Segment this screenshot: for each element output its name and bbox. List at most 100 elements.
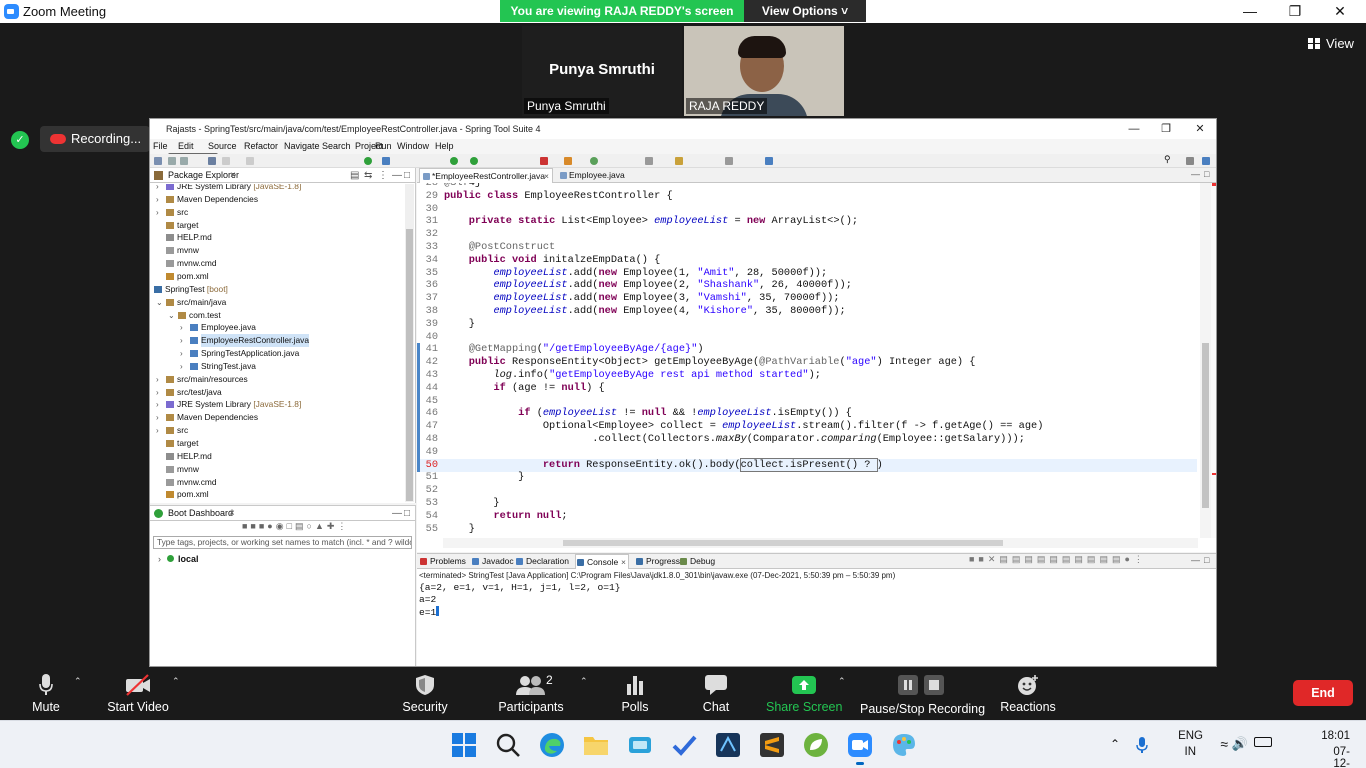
code-line[interactable]: 52 <box>417 484 1197 497</box>
participants-button[interactable]: 2 Participants <box>496 667 566 720</box>
share-screen-button[interactable]: Share Screen <box>766 667 842 720</box>
new-icon[interactable] <box>154 157 162 165</box>
windows-start-icon[interactable] <box>451 732 477 758</box>
expand-toggle-icon[interactable]: › <box>156 184 159 193</box>
tab-javadoc[interactable]: Javadoc <box>471 554 514 569</box>
menu-help[interactable]: Help <box>435 141 454 151</box>
link-editor-icon[interactable]: ⇆ <box>364 168 372 183</box>
open-type-icon[interactable] <box>382 157 390 165</box>
microphone-in-use-icon[interactable] <box>1136 737 1148 754</box>
menu-file[interactable]: File <box>153 141 168 151</box>
mute-button[interactable]: Mute <box>22 667 70 720</box>
menu-search[interactable]: Search <box>322 141 351 151</box>
clock-time[interactable]: 18:01 <box>1321 730 1350 742</box>
code-line[interactable]: 35 employeeList.add(new Employee(1, "Ami… <box>417 267 1197 280</box>
expand-toggle-icon[interactable]: › <box>156 193 159 206</box>
boot-dashboard-tab[interactable]: Boot Dashboard × — □ <box>150 506 415 521</box>
expand-toggle-icon[interactable]: › <box>156 411 159 424</box>
error-marker[interactable] <box>1212 473 1216 475</box>
snipping-tool-icon[interactable] <box>627 732 653 758</box>
code-line[interactable]: 43 log.info("getEmployeeByAge rest api m… <box>417 369 1197 382</box>
participant-tile[interactable]: Punya Smruthi Punya Smruthi <box>522 26 682 116</box>
shield-check-icon[interactable]: ✓ <box>11 131 29 149</box>
battery-icon[interactable] <box>1254 737 1272 747</box>
chat-button[interactable]: Chat <box>692 667 740 720</box>
pin-editor-icon[interactable] <box>765 157 773 165</box>
expand-toggle-icon[interactable]: › <box>156 386 159 399</box>
boot-local-node[interactable]: › local <box>158 554 199 564</box>
speaker-icon[interactable]: 🔊 <box>1232 736 1248 752</box>
code-line[interactable]: 47 Optional<Employee> collect = employee… <box>417 420 1197 434</box>
code-line[interactable]: 37 employeeList.add(new Employee(3, "Vam… <box>417 292 1197 305</box>
overview-ruler[interactable] <box>1211 183 1216 538</box>
code-line[interactable]: 48 .collect(Collectors.maxBy(Comparator.… <box>417 433 1197 446</box>
tab-debug[interactable]: Debug <box>679 554 715 569</box>
menu-edit[interactable]: Edit <box>178 141 194 151</box>
video-options-caret[interactable]: ⌃ <box>172 676 180 687</box>
sts-close-button[interactable]: ✕ <box>1184 119 1216 139</box>
save-icon[interactable] <box>168 157 176 165</box>
nav-forward-icon[interactable] <box>725 157 733 165</box>
code-line[interactable]: 53 } <box>417 497 1197 510</box>
code-line[interactable]: 29 public class EmployeeRestController { <box>417 190 1197 203</box>
file-explorer-icon[interactable] <box>583 732 609 758</box>
boot-dashboard-toolbar-icons[interactable]: ■■■●◉□▤○▲✚⋮ <box>242 521 412 533</box>
code-line[interactable]: 46 if (employeeList != null && !employee… <box>417 407 1197 421</box>
expand-toggle-icon[interactable]: ⌄ <box>156 296 163 309</box>
menu-window[interactable]: Window <box>397 141 429 151</box>
code-line[interactable]: 30 <box>417 203 1197 216</box>
expand-toggle-icon[interactable]: › <box>156 398 159 411</box>
end-meeting-button[interactable]: End <box>1293 680 1353 706</box>
code-line[interactable]: 39 } <box>417 318 1197 331</box>
close-tab-icon[interactable]: × <box>621 555 626 570</box>
tab-declaration[interactable]: Declaration <box>515 554 569 569</box>
start-video-button[interactable]: Start Video <box>104 667 172 720</box>
vpn-icon[interactable] <box>715 732 741 758</box>
menu-refactor[interactable]: Refactor <box>244 141 278 151</box>
menu-navigate[interactable]: Navigate <box>284 141 320 151</box>
pause-stop-recording-button[interactable]: Pause/Stop Recording <box>860 667 985 720</box>
expand-toggle-icon[interactable]: ⌄ <box>168 309 175 322</box>
open-perspective-icon[interactable] <box>590 157 598 165</box>
todo-icon[interactable] <box>671 732 697 758</box>
search-icon[interactable]: ⚲ <box>1164 154 1172 164</box>
share-options-caret[interactable]: ⌃ <box>838 676 846 687</box>
expand-toggle-icon[interactable]: › <box>156 206 159 219</box>
paint-icon[interactable] <box>891 732 917 758</box>
search-icon[interactable] <box>495 732 521 758</box>
code-line[interactable]: 55 } <box>417 523 1197 536</box>
debug-icon[interactable] <box>450 157 458 165</box>
code-line[interactable]: 51 } <box>417 471 1197 484</box>
nav-back-icon[interactable] <box>645 157 653 165</box>
minimize-view-icon[interactable]: — <box>392 506 402 521</box>
close-tab-icon[interactable]: × <box>229 506 235 521</box>
menu-run[interactable]: Run <box>375 141 392 151</box>
tab-problems[interactable]: Problems <box>419 554 466 569</box>
close-tab-icon[interactable]: × <box>544 169 549 184</box>
language-bottom[interactable]: IN <box>1185 746 1197 758</box>
zoom-taskbar-icon[interactable] <box>847 732 873 765</box>
maximize-view-icon[interactable]: □ <box>404 506 410 521</box>
close-tab-icon[interactable]: × <box>230 168 236 183</box>
chevron-up-icon[interactable]: ⌃ <box>1110 737 1120 751</box>
next-annotation-icon[interactable] <box>675 157 683 165</box>
run-boot-icon[interactable] <box>364 157 372 165</box>
view-menu-icon[interactable]: ⋮ <box>378 168 388 183</box>
package-explorer-tab[interactable]: Package Explorer × ▤ ⇆ ⋮ — □ <box>150 168 415 183</box>
audio-options-caret[interactable]: ⌃ <box>74 676 82 687</box>
view-button[interactable]: View <box>1308 36 1354 51</box>
boot-filter-input[interactable]: Type tags, projects, or working set name… <box>153 536 412 549</box>
expand-toggle-icon[interactable]: › <box>156 373 159 386</box>
code-line[interactable]: 38 employeeList.add(new Employee(4, "Kis… <box>417 305 1197 318</box>
external-tools-icon[interactable] <box>540 157 548 165</box>
minimize-button[interactable]: — <box>1228 1 1272 21</box>
code-line[interactable]: 33 @PostConstruct <box>417 241 1197 254</box>
expand-toggle-icon[interactable]: › <box>180 334 183 347</box>
editor-tab-employee[interactable]: Employee.java <box>557 168 635 183</box>
maximize-view-icon[interactable]: □ <box>1204 555 1209 565</box>
editor-tab-employee-rest-controller[interactable]: *EmployeeRestController.java × <box>419 168 553 183</box>
save-all-icon[interactable] <box>180 157 188 165</box>
language-top[interactable]: ENG <box>1178 730 1203 742</box>
console-output-last[interactable]: e=1 <box>419 606 440 618</box>
perspective-icon[interactable] <box>1186 157 1194 165</box>
